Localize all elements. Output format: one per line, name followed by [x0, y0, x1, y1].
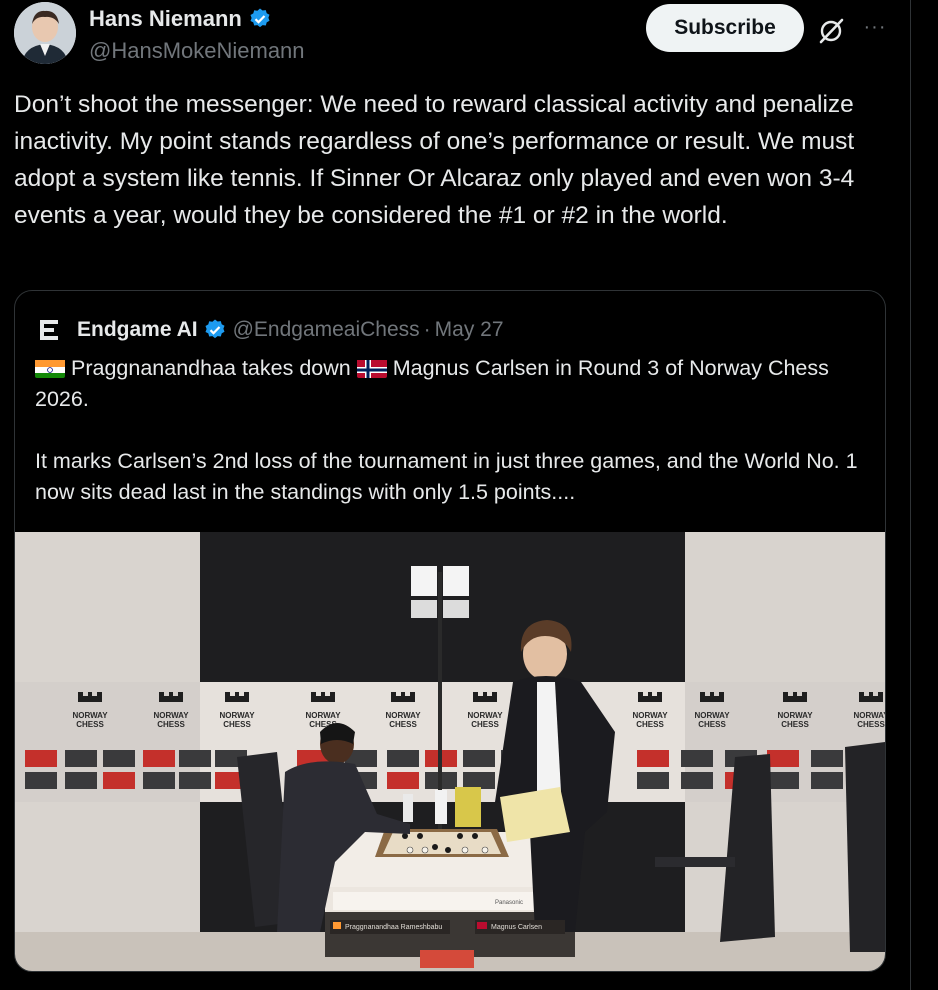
- banner-logo-text: CHESS: [223, 720, 251, 729]
- sponsor-tile: [681, 772, 713, 789]
- quoted-tweet-card[interactable]: Endgame AI @EndgameaiChess · May 27 Prag…: [14, 290, 886, 972]
- chess-match-photo: NORWAYCHESSNORWAYCHESSNORWAYCHESSNORWAYC…: [15, 532, 885, 971]
- subscribe-button[interactable]: Subscribe: [646, 4, 804, 52]
- grok-icon[interactable]: [816, 16, 846, 46]
- banner-logo-text: CHESS: [781, 720, 809, 729]
- sponsor-tile: [637, 750, 669, 767]
- dot-separator: ·: [423, 318, 431, 341]
- sponsor-tile: [103, 750, 135, 767]
- india-flag-icon: [35, 358, 65, 378]
- board-label-right: Magnus Carlsen: [491, 924, 542, 931]
- author-name-row[interactable]: Hans Niemann: [89, 6, 272, 32]
- banner-logo-text: NORWAY: [305, 711, 341, 720]
- banner-logo-text: CHESS: [698, 720, 726, 729]
- verified-badge-icon: [250, 8, 270, 28]
- banner-logo-text: NORWAY: [777, 711, 813, 720]
- sponsor-label: Panasonic: [495, 900, 523, 906]
- sponsor-tile: [767, 772, 799, 789]
- banner-logo-text: CHESS: [157, 720, 185, 729]
- timeline-column-border: [910, 0, 911, 990]
- sponsor-tile: [143, 772, 175, 789]
- author-display-name[interactable]: Hans Niemann: [89, 6, 242, 32]
- banner-logo-text: NORWAY: [694, 711, 730, 720]
- banner-logo-text: CHESS: [389, 720, 417, 729]
- board-label-left: Praggnanandhaa Rameshbabu: [345, 924, 442, 931]
- sponsor-tile: [681, 750, 713, 767]
- quoted-tweet-text: Praggnanandhaa takes down Magnus Carlsen…: [35, 353, 865, 508]
- banner-logo-text: CHESS: [636, 720, 664, 729]
- quoted-author-name[interactable]: Endgame AI: [77, 318, 198, 342]
- sponsor-tile: [25, 750, 57, 767]
- banner-logo-text: NORWAY: [467, 711, 503, 720]
- sponsor-tile: [811, 750, 843, 767]
- sponsor-tile: [65, 750, 97, 767]
- avatar[interactable]: [14, 2, 76, 64]
- sponsor-tile: [387, 750, 419, 767]
- quoted-author-handle[interactable]: @EndgameaiChess: [233, 318, 420, 342]
- sponsor-tile: [103, 772, 135, 789]
- sponsor-tile: [143, 750, 175, 767]
- banner-logo-text: NORWAY: [632, 711, 668, 720]
- sponsor-tile: [463, 772, 495, 789]
- endgame-ai-logo-icon[interactable]: [35, 316, 63, 344]
- banner-logo-text: NORWAY: [72, 711, 108, 720]
- banner-logo-text: NORWAY: [219, 711, 255, 720]
- banner-logo-text: NORWAY: [385, 711, 421, 720]
- banner-logo-text: CHESS: [76, 720, 104, 729]
- quoted-media-photo[interactable]: NORWAY CHESS NORWAY CHESS NORWAY CHESS NORWAY C…: [15, 532, 885, 971]
- sponsor-tile: [767, 750, 799, 767]
- quoted-line1-part1: Praggnanandhaa takes down: [71, 356, 357, 380]
- banner-logo-text: NORWAY: [153, 711, 189, 720]
- norway-flag-icon: [356, 358, 387, 378]
- sponsor-tile: [179, 772, 211, 789]
- sponsor-tile: [463, 750, 495, 767]
- sponsor-tile: [811, 772, 843, 789]
- verified-badge-icon: [205, 319, 225, 339]
- sponsor-tile: [25, 772, 57, 789]
- sponsor-tile: [65, 772, 97, 789]
- sponsor-tile: [637, 772, 669, 789]
- quoted-paragraph-2: It marks Carlsen’s 2nd loss of the tourn…: [35, 449, 858, 504]
- banner-logo-text: CHESS: [471, 720, 499, 729]
- banner-logo-text: NORWAY: [853, 711, 885, 720]
- quoted-paragraph-1: Praggnanandhaa takes down Magnus Carlsen…: [35, 353, 865, 415]
- sponsor-tile: [179, 750, 211, 767]
- tweet-text: Don’t shoot the messenger: We need to re…: [14, 91, 855, 229]
- author-handle[interactable]: @HansMokeNiemann: [89, 38, 305, 64]
- sponsor-tile: [387, 772, 419, 789]
- quoted-date[interactable]: May 27: [435, 318, 504, 342]
- quoted-tweet-header: Endgame AI @EndgameaiChess · May 27: [35, 315, 504, 345]
- banner-logo-text: CHESS: [857, 720, 885, 729]
- post-header: Hans Niemann @HansMokeNiemann Subscribe …: [14, 2, 894, 68]
- more-icon[interactable]: ···: [860, 12, 890, 42]
